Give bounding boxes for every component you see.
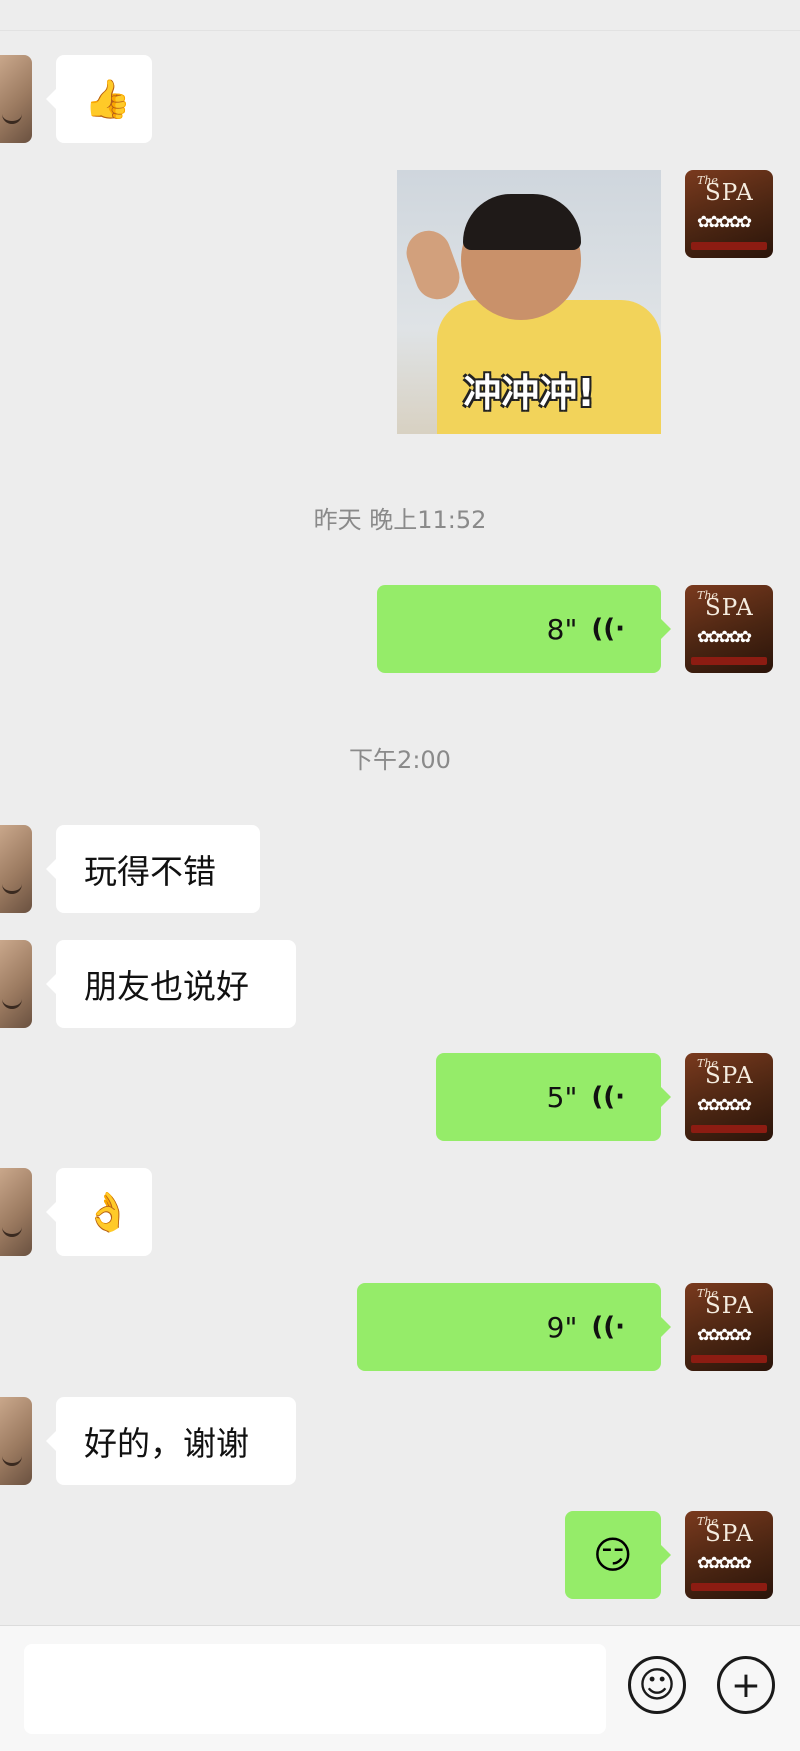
my-avatar[interactable]: The SPA ✿✿✿✿✿ [685, 1053, 773, 1141]
voice-duration: 8" [546, 612, 578, 646]
contact-avatar[interactable] [0, 940, 32, 1028]
sent-voice-message[interactable]: 5" ((· [436, 1053, 671, 1141]
received-text-bubble[interactable]: 玩得不错 [46, 825, 260, 913]
voice-wave-icon: ((· [591, 614, 625, 644]
sent-sticker-image[interactable]: 冲冲冲! [397, 170, 661, 434]
message-text: 朋友也说好 [84, 967, 249, 1006]
smiley-icon[interactable]: ☺ [628, 1656, 686, 1714]
my-avatar[interactable]: The SPA ✿✿✿✿✿ [685, 1283, 773, 1371]
header-divider [0, 30, 800, 31]
ok-hand-emoji: 👌 [84, 1189, 132, 1234]
voice-duration: 5" [546, 1080, 578, 1114]
sent-voice-message[interactable]: 8" ((· [377, 585, 671, 673]
contact-avatar[interactable] [0, 1397, 32, 1485]
input-bar: ☺ + [0, 1625, 800, 1751]
timestamp: 下午2:00 [349, 746, 451, 774]
smirk-emoji: 😏 [593, 1533, 633, 1577]
timestamp: 昨天 晚上11:52 [313, 506, 487, 534]
voice-wave-icon: ((· [591, 1312, 625, 1342]
contact-avatar[interactable] [0, 825, 32, 913]
received-emoji-bubble[interactable]: 👌 [46, 1168, 152, 1256]
received-emoji-bubble[interactable]: 👍 [46, 55, 152, 143]
message-input[interactable] [24, 1644, 606, 1734]
plus-icon[interactable]: + [717, 1656, 775, 1714]
my-avatar[interactable]: The SPA ✿✿✿✿✿ [685, 170, 773, 258]
message-text: 玩得不错 [84, 852, 216, 891]
received-text-bubble[interactable]: 好的，谢谢 [46, 1397, 296, 1485]
sticker-caption: 冲冲冲! [463, 371, 595, 415]
contact-avatar[interactable] [0, 1168, 32, 1256]
thumbs-up-emoji: 👍 [84, 76, 132, 121]
voice-wave-icon: ((· [591, 1082, 625, 1112]
message-text: 好的，谢谢 [84, 1424, 249, 1463]
contact-avatar[interactable] [0, 55, 32, 143]
my-avatar[interactable]: The SPA ✿✿✿✿✿ [685, 585, 773, 673]
my-avatar[interactable]: The SPA ✿✿✿✿✿ [685, 1511, 773, 1599]
voice-duration: 9" [546, 1310, 578, 1344]
sent-voice-message[interactable]: 9" ((· [357, 1283, 671, 1371]
received-text-bubble[interactable]: 朋友也说好 [46, 940, 296, 1028]
sent-emoji-bubble[interactable]: 😏 [565, 1511, 671, 1599]
